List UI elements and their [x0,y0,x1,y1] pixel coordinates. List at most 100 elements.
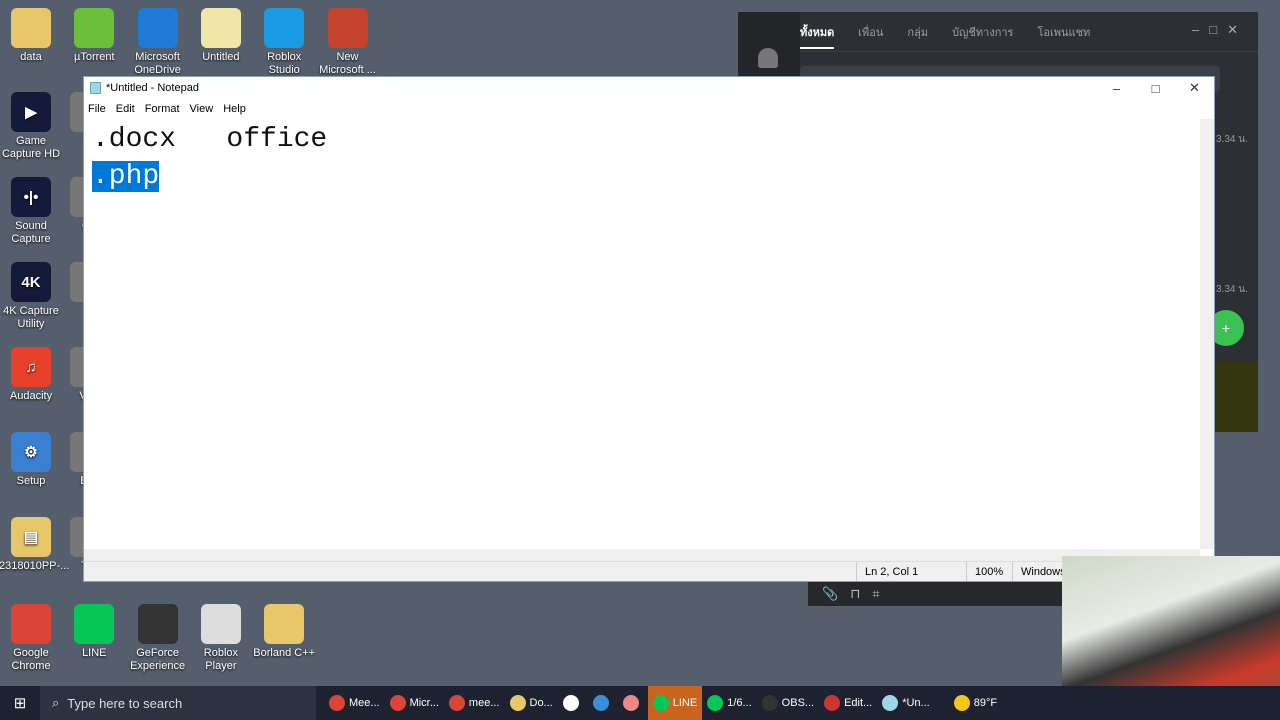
desktop-icon[interactable]: 4K 4K Capture Utility [0,262,63,331]
desktop-icon[interactable]: ♫ Audacity [0,347,63,403]
desktop-icon[interactable]: Roblox Studio [252,8,316,77]
app-label: 1/6... [727,697,752,709]
menu-file[interactable]: File [88,103,106,115]
app-icon [11,8,51,48]
desktop-icon[interactable]: GeForce Experience [126,604,190,673]
start-button[interactable]: ⊞ [0,686,40,720]
app-label: Micr... [409,697,439,709]
taskbar-app[interactable]: Do... [505,686,558,720]
title-bar: *Untitled - Notepad – □ ✕ [84,77,1214,99]
desktop-icon[interactable]: Google Chrome [0,604,63,673]
taskbar-app[interactable]: Micr... [385,686,444,720]
app-icon: ▶ [11,92,51,132]
menu-help[interactable]: Help [223,103,246,115]
desktop-icon[interactable]: ▶ Game Capture HD [0,92,63,161]
desktop-icon[interactable]: Roblox Player [189,604,253,673]
app-icon [329,695,345,711]
chat-time: 3.34 น. [1216,134,1248,145]
taskbar-app[interactable]: Edit... [819,686,877,720]
temperature: 89°F [973,697,998,709]
icon-label: LINE [82,647,107,659]
zoom-level: 100% [966,562,1012,581]
icon-label: 2318010PP-... [0,560,70,572]
crop-icon[interactable]: ⌗ [872,586,879,602]
app-icon [509,695,526,711]
icon-label: Google Chrome [11,647,51,672]
app-icon [824,695,841,711]
app-icon [882,695,899,711]
app-label: Do... [529,697,553,709]
icon-label: Audacity [9,390,53,402]
maximize-button[interactable]: □ [1136,77,1175,99]
desktop-icon[interactable]: Microsoft OneDrive [126,8,190,77]
icon-label: Sound Capture [11,220,51,245]
taskbar-app[interactable] [558,686,588,720]
icon-label: Setup [16,475,46,487]
taskbar-app[interactable]: *Un... [877,686,935,720]
taskbar-app[interactable]: LINE [647,686,703,720]
desktop-icon[interactable]: µTorrent [62,8,126,64]
line-tab[interactable]: บัญชีทางการ [952,23,1013,41]
taskbar-app[interactable]: mee... [444,686,505,720]
desktop-icon[interactable]: •|• Sound Capture [0,177,63,246]
app-icon [137,8,178,48]
taskbar-app[interactable]: OBS... [757,686,819,720]
menu-format[interactable]: Format [145,103,180,115]
app-label: OBS... [781,697,815,709]
app-label: *Un... [902,697,930,709]
desktop-icon[interactable]: New Microsoft ... [316,8,380,77]
app-label: Edit... [844,697,873,709]
desktop-icon[interactable]: Borland C++ [252,604,316,660]
taskbar-app[interactable] [618,686,648,720]
app-icon [652,695,669,711]
weather[interactable]: 89°F [949,686,1002,720]
desktop-icon[interactable]: data [0,8,63,64]
app-icon [707,695,724,711]
app-icon [74,8,115,48]
status-bar: Ln 2, Col 1 100% Windows [84,561,1214,581]
menu-bar: File Edit Format View Help [84,99,1214,119]
app-icon: ▤ [11,517,51,557]
desktop-icon[interactable]: Untitled [189,8,253,64]
bookmark-icon[interactable]: ⊓ [850,586,860,602]
line-tab[interactable]: เพื่อน [858,23,883,41]
line-tab[interactable]: ทั้งหมด [800,23,835,49]
search-placeholder: Type here to search [67,695,183,711]
line-tab[interactable]: กลุ่ม [907,23,928,41]
profile-icon[interactable] [758,48,778,68]
app-label: Mee... [349,697,380,709]
app-label: mee... [468,697,500,709]
icon-label: Game Capture HD [1,135,61,160]
desktop-icon[interactable]: ⚙ Setup [0,432,63,488]
line-window-controls: –□✕ [1192,22,1248,37]
taskbar-app[interactable]: 1/6... [702,686,756,720]
taskbar: ⊞ ⌕ Type here to search Mee... Micr... mee.… [0,686,1280,720]
close-button[interactable]: ✕ [1175,77,1214,99]
app-icon [11,604,51,644]
icon-label: Microsoft OneDrive [134,51,181,76]
line-chat-banner [1216,362,1258,432]
attach-icon[interactable]: 📎 [822,586,838,602]
horizontal-scrollbar[interactable] [84,549,1200,561]
icon-label: µTorrent [74,51,115,63]
desktop-icon[interactable]: LINE [62,604,126,660]
app-icon [264,8,305,48]
icon-label: GeForce Experience [130,647,186,672]
menu-view[interactable]: View [190,103,214,115]
app-icon [74,604,115,644]
desktop-icon[interactable]: ▤ 2318010PP-... [0,517,70,573]
app-icon [264,604,305,644]
line-tab[interactable]: โอเพนแชท [1037,23,1090,41]
minimize-button[interactable]: – [1097,77,1136,99]
taskbar-app[interactable]: Mee... [324,686,385,720]
text-editor[interactable]: .docx office .php [84,119,1200,549]
menu-edit[interactable]: Edit [116,103,135,115]
icon-label: 4K Capture Utility [3,305,59,330]
vertical-scrollbar[interactable] [1200,119,1214,549]
taskbar-app[interactable] [588,686,618,720]
icon-label: Untitled [202,51,240,63]
app-icon [761,695,778,711]
search-box[interactable]: ⌕ Type here to search [40,686,316,720]
icon-label: Roblox Player [203,647,239,672]
text-line: .docx office [92,124,328,155]
